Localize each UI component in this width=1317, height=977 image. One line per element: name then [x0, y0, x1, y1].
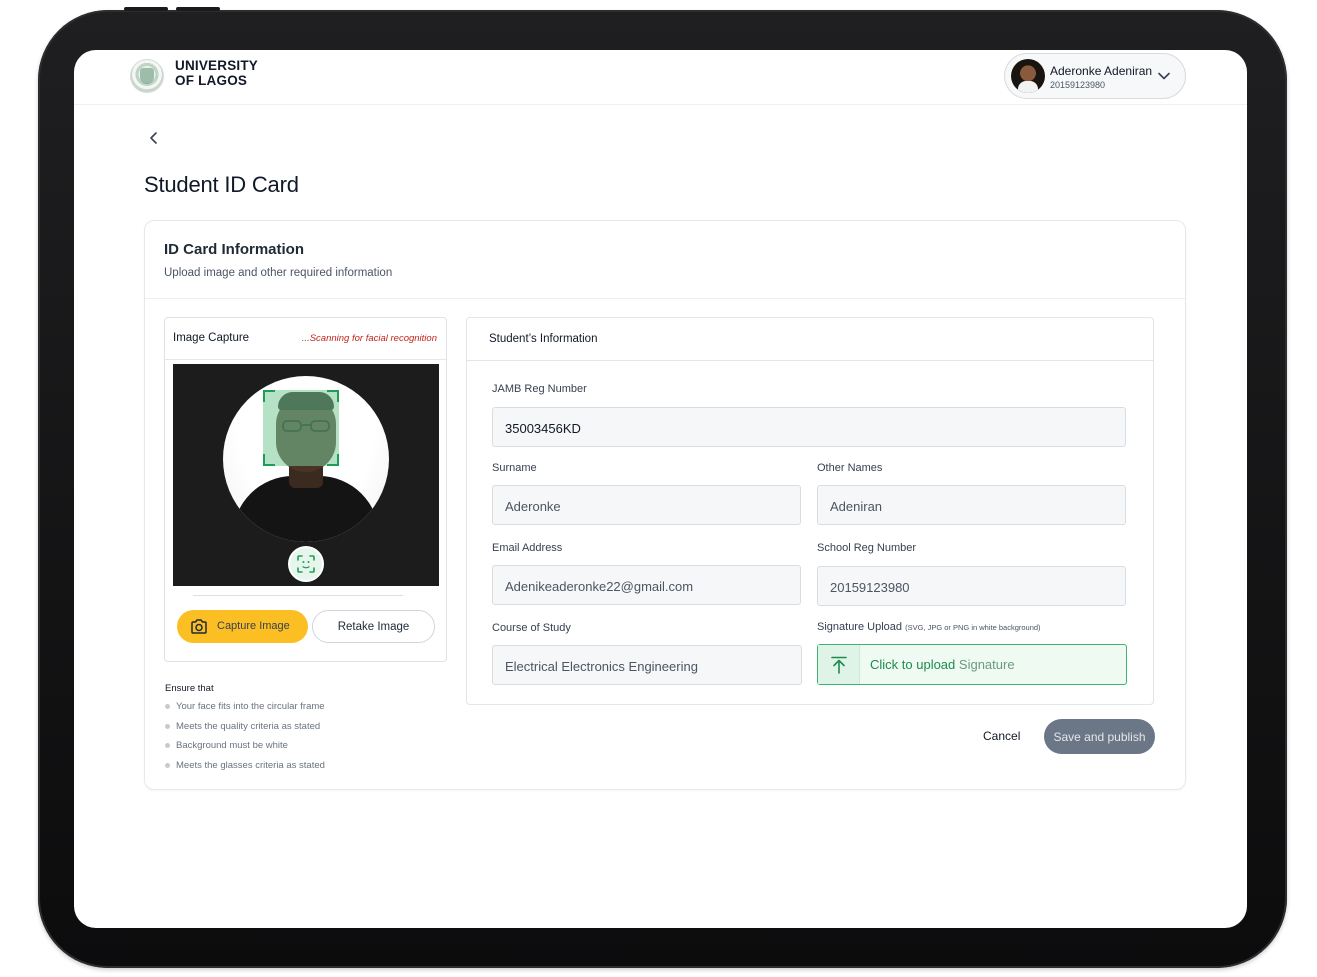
detection-corner [263, 390, 275, 402]
email-label: Email Address [492, 542, 563, 554]
email-field[interactable]: Adenikeaderonke22@gmail.com [492, 565, 801, 605]
school-reg-value: 20159123980 [830, 580, 910, 595]
capture-guidelines: Ensure that Your face fits into the circ… [165, 683, 325, 780]
page-title: Student ID Card [144, 172, 299, 197]
surname-value: Aderonke [505, 499, 561, 514]
image-capture-panel: Image Capture ...Scanning for facial rec… [164, 317, 447, 662]
detection-corner [327, 454, 339, 466]
jamb-reg-field[interactable]: 35003456KD [492, 407, 1126, 447]
face-scan-icon [297, 555, 315, 573]
university-logo[interactable] [130, 59, 164, 93]
jamb-reg-value: 35003456KD [505, 421, 581, 436]
signature-upload-label: Signature Upload (SVG, JPG or PNG in whi… [817, 621, 1041, 633]
email-value: Adenikeaderonke22@gmail.com [505, 579, 694, 594]
other-names-value: Adeniran [830, 499, 883, 514]
image-capture-title: Image Capture [173, 332, 250, 344]
jamb-reg-label: JAMB Reg Number [492, 383, 587, 395]
guideline-item: Background must be white [165, 740, 325, 760]
id-card-information-card: ID Card Information Upload image and oth… [144, 220, 1186, 790]
course-value: Electrical Electronics Engineering [505, 659, 698, 674]
other-names-field[interactable]: Adeniran [817, 485, 1126, 525]
guideline-item: Meets the glasses criteria as stated [165, 760, 325, 780]
upload-target: Signature [958, 657, 1015, 672]
school-reg-field[interactable]: 20159123980 [817, 566, 1126, 606]
school-reg-label: School Reg Number [817, 542, 917, 554]
card-subtitle: Upload image and other required informat… [164, 267, 393, 279]
cancel-button[interactable]: Cancel [983, 729, 1020, 743]
save-and-publish-button[interactable]: Save and publish [1044, 719, 1155, 754]
card-title: ID Card Information [164, 241, 305, 258]
scan-status: ...Scanning for facial recognition [301, 333, 437, 344]
brand-name: UNIVERSITY OF LAGOS [175, 58, 259, 88]
user-id: 20159123980 [1050, 80, 1106, 90]
image-capture-header: Image Capture ...Scanning for facial rec… [165, 318, 446, 360]
upload-arrow-icon [831, 656, 847, 674]
device-top-button [124, 7, 168, 11]
upload-action[interactable]: Click to upload [870, 657, 955, 672]
guideline-item: Your face fits into the circular frame [165, 701, 325, 721]
top-navigation-bar: UNIVERSITY OF LAGOS Aderonke Adeniran 20… [74, 50, 1247, 105]
guidelines-title: Ensure that [165, 683, 214, 694]
user-name: Aderonke Adeniran [1050, 64, 1153, 78]
surname-label: Surname [492, 462, 537, 474]
capture-image-label: Capture Image [217, 620, 290, 632]
back-arrow-icon[interactable] [146, 130, 162, 146]
upload-icon-box [818, 645, 860, 684]
brand-line-2: OF LAGOS [175, 72, 248, 88]
user-profile-menu[interactable]: Aderonke Adeniran 20159123980 [1004, 53, 1186, 99]
device-top-button [176, 7, 220, 11]
student-information-panel: Student’s Information JAMB Reg Number 35… [466, 317, 1154, 705]
detection-corner [327, 390, 339, 402]
guideline-item: Meets the quality criteria as stated [165, 721, 325, 741]
face-frame [223, 376, 389, 542]
camera-viewport [173, 364, 439, 586]
upload-text[interactable]: Click to upload Signature [870, 657, 1015, 672]
card-header: ID Card Information Upload image and oth… [145, 221, 1185, 299]
signature-upload-dropzone[interactable]: Click to upload Signature [817, 644, 1127, 685]
signature-hint: (SVG, JPG or PNG in white background) [905, 623, 1041, 632]
surname-field[interactable]: Aderonke [492, 485, 801, 525]
guidelines-list: Your face fits into the circular frame M… [165, 701, 325, 780]
other-names-label: Other Names [817, 462, 883, 474]
chevron-down-icon[interactable] [1157, 69, 1171, 83]
app-screen: UNIVERSITY OF LAGOS Aderonke Adeniran 20… [74, 50, 1247, 928]
face-scan-button[interactable] [288, 546, 324, 582]
student-information-title: Student’s Information [489, 333, 598, 345]
capture-image-button[interactable]: Capture Image [177, 610, 308, 643]
student-information-header: Student’s Information [467, 318, 1153, 361]
signature-label-text: Signature Upload [817, 621, 903, 633]
camera-icon [191, 619, 207, 634]
course-field[interactable]: Electrical Electronics Engineering [492, 645, 802, 685]
avatar [1011, 59, 1045, 93]
course-label: Course of Study [492, 622, 571, 634]
detection-corner [263, 454, 275, 466]
brand-line-1: UNIVERSITY [175, 58, 259, 73]
retake-image-button[interactable]: Retake Image [312, 610, 435, 643]
divider [193, 595, 403, 596]
